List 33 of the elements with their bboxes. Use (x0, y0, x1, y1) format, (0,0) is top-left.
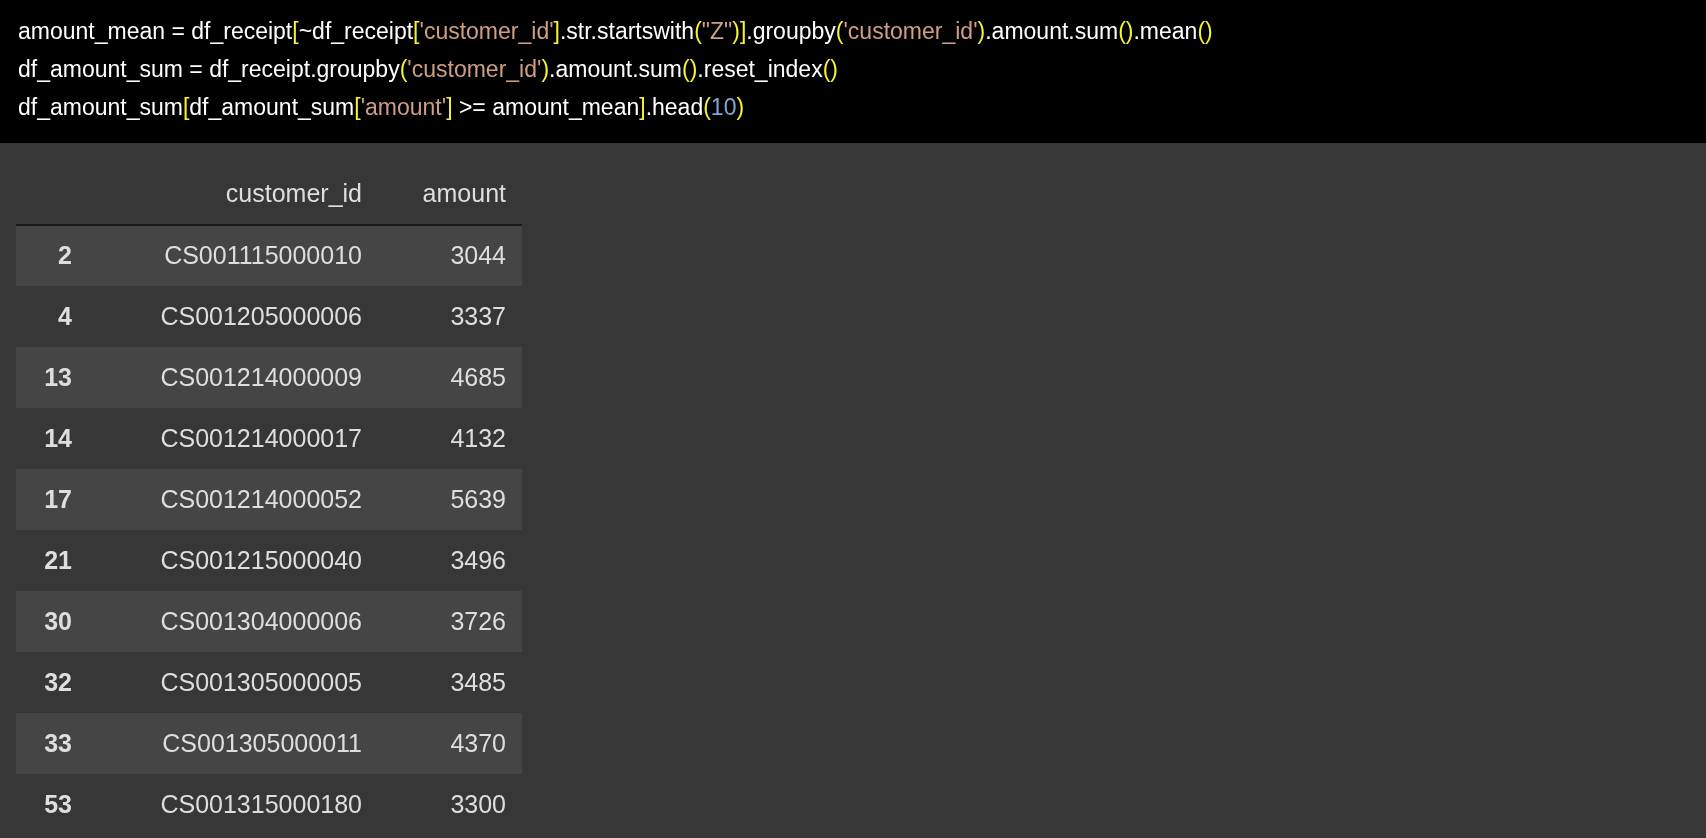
row-index: 21 (16, 530, 88, 591)
row-index: 33 (16, 713, 88, 774)
table-cell: 4685 (378, 347, 522, 408)
row-index: 32 (16, 652, 88, 713)
table-cell: 5639 (378, 469, 522, 530)
table-cell: CS001214000009 (88, 347, 378, 408)
table-cell: CS001304000006 (88, 591, 378, 652)
table-cell: CS001305000011 (88, 713, 378, 774)
code-line: df_amount_sum[df_amount_sum['amount'] >= amount_mean].head(10) (18, 94, 745, 120)
row-index: 14 (16, 408, 88, 469)
table-cell: 3726 (378, 591, 522, 652)
table-cell: CS001215000040 (88, 530, 378, 591)
row-index: 2 (16, 225, 88, 286)
table-cell: 3485 (378, 652, 522, 713)
table-cell: 3044 (378, 225, 522, 286)
table-cell: CS001305000005 (88, 652, 378, 713)
table-cell: CS001315000180 (88, 774, 378, 835)
table-cell: CS001115000010 (88, 225, 378, 286)
table-cell: 4132 (378, 408, 522, 469)
row-index: 53 (16, 774, 88, 835)
table-cell: CS001214000017 (88, 408, 378, 469)
code-line: amount_mean = df_receipt[~df_receipt['customer_id'].str.startswith("Z")].groupby('customer_id').amount.sum().mean() (18, 18, 1213, 44)
row-index: 13 (16, 347, 88, 408)
row-index: 17 (16, 469, 88, 530)
table-cell: CS001214000052 (88, 469, 378, 530)
row-index: 4 (16, 286, 88, 347)
table-cell: 3337 (378, 286, 522, 347)
table-cell: 3496 (378, 530, 522, 591)
code-line: df_amount_sum = df_receipt.groupby('customer_id').amount.sum().reset_index() (18, 56, 838, 82)
table-cell: 4370 (378, 713, 522, 774)
row-index: 30 (16, 591, 88, 652)
table-cell: CS001205000006 (88, 286, 378, 347)
table-cell: 3300 (378, 774, 522, 835)
